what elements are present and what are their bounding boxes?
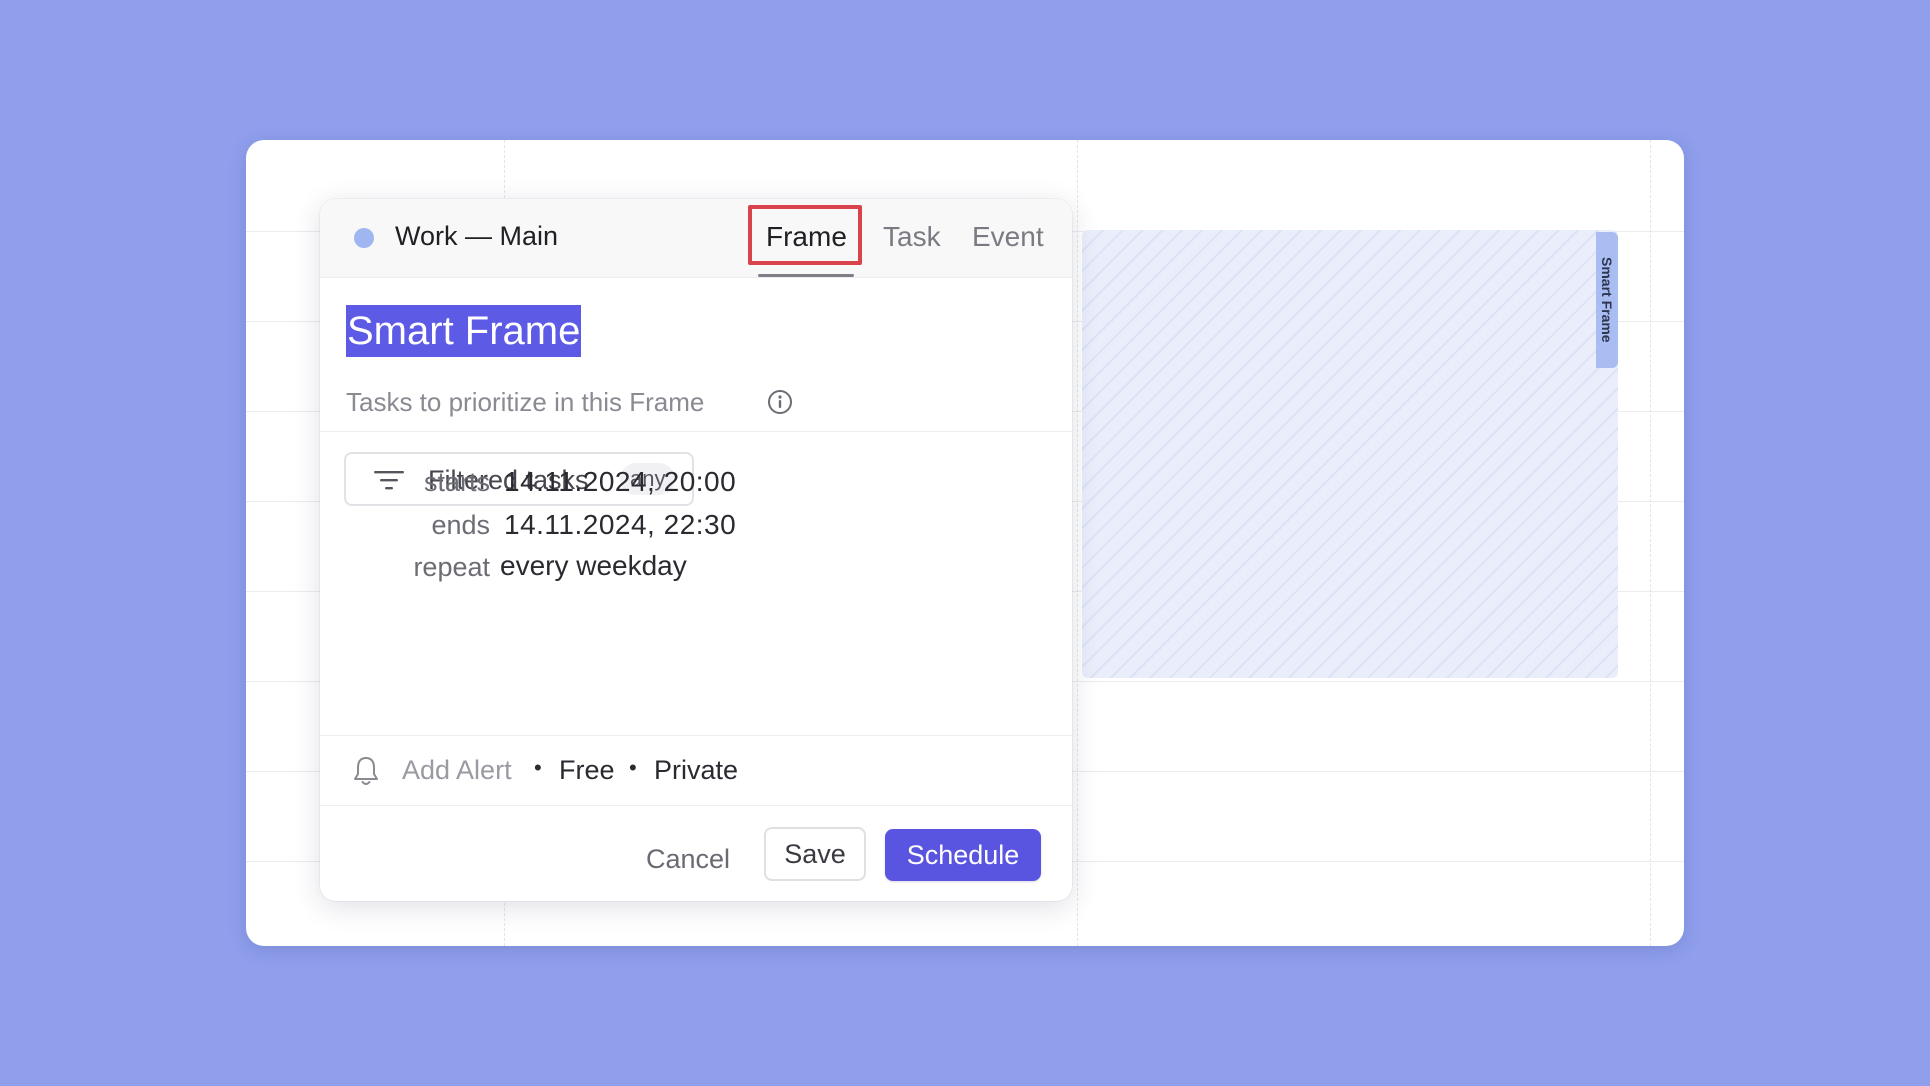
starts-label: starts xyxy=(423,467,490,497)
separator-dot: • xyxy=(629,755,637,780)
smart-frame-tag-label: Smart Frame xyxy=(1599,257,1615,343)
tab-task[interactable]: Task xyxy=(883,221,941,253)
separator-dot: • xyxy=(534,755,542,780)
availability-toggle[interactable]: Free xyxy=(559,755,615,786)
ends-value[interactable]: 14.11.2024, 22:30 xyxy=(504,509,736,541)
schedule-button[interactable]: Schedule xyxy=(885,829,1041,881)
repeat-label: repeat xyxy=(413,552,490,582)
frame-description: Tasks to prioritize in this Frame xyxy=(346,387,705,417)
add-alert-button[interactable]: Add Alert xyxy=(402,755,512,786)
bell-icon xyxy=(354,757,378,785)
info-icon[interactable] xyxy=(767,389,793,415)
active-tab-indicator xyxy=(758,274,854,277)
frame-title-input[interactable]: Smart Frame xyxy=(346,305,582,357)
section-divider xyxy=(320,431,1072,432)
day-column-divider xyxy=(1650,140,1651,946)
frame-editor-dialog: Work — Main Frame Task Event Smart Frame… xyxy=(320,199,1072,901)
ends-label: ends xyxy=(431,510,490,540)
calendar-selector[interactable]: Work — Main xyxy=(395,221,558,252)
dialog-header: Work — Main Frame Task Event xyxy=(320,199,1072,278)
smart-frame-tag[interactable]: Smart Frame xyxy=(1596,232,1618,368)
starts-value[interactable]: 14.11.2024, 20:00 xyxy=(504,466,736,498)
annotation-highlight-box xyxy=(748,205,862,265)
repeat-value[interactable]: every weekday xyxy=(500,550,687,582)
cancel-button[interactable]: Cancel xyxy=(626,834,750,884)
alert-row: Add Alert • Free • Private xyxy=(320,737,1072,805)
tab-event[interactable]: Event xyxy=(972,221,1044,253)
visibility-toggle[interactable]: Private xyxy=(654,755,738,786)
day-column-divider xyxy=(1077,140,1078,946)
save-button[interactable]: Save xyxy=(764,827,866,881)
section-divider xyxy=(320,805,1072,806)
smart-frame-block[interactable] xyxy=(1082,230,1618,678)
calendar-color-dot[interactable] xyxy=(354,228,374,248)
section-divider xyxy=(320,735,1072,736)
